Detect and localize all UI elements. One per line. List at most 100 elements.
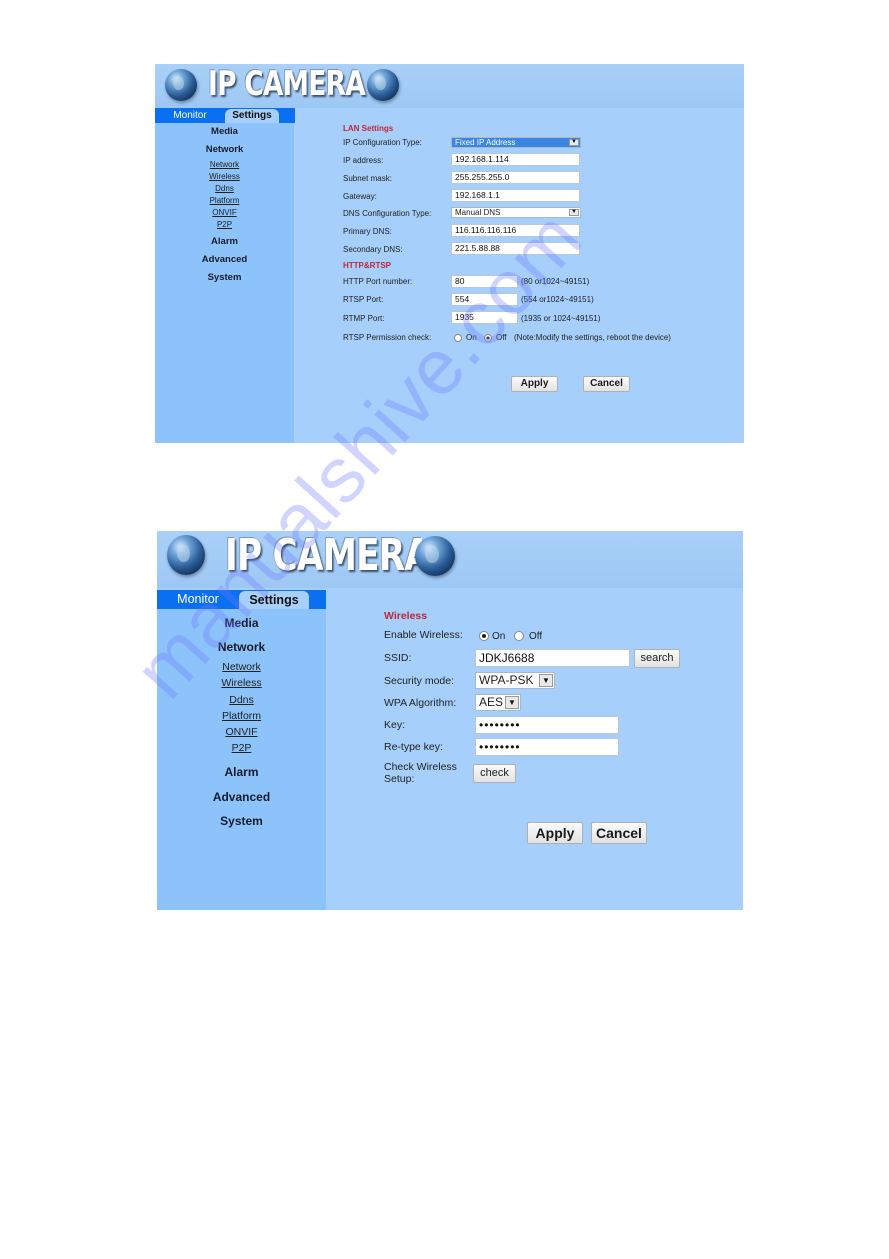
- ip-address-input[interactable]: 192.168.1.114: [451, 153, 580, 166]
- secondary-dns-label: Secondary DNS:: [343, 245, 403, 254]
- dns-config-type-select[interactable]: Manual DNS ▼: [451, 207, 581, 218]
- enable-wireless-off-label: Off: [529, 631, 543, 642]
- wpa-algorithm-select[interactable]: AES ▼: [475, 694, 521, 711]
- security-mode-label: Security mode:: [384, 675, 455, 687]
- sidebar-item-media[interactable]: Media: [157, 616, 326, 630]
- sidebar-link-wireless[interactable]: Wireless: [155, 172, 294, 181]
- primary-dns-label: Primary DNS:: [343, 227, 392, 236]
- ssid-input[interactable]: JDKJ6688: [475, 649, 630, 667]
- logo-text: IP CAMERA: [208, 64, 366, 104]
- sidebar-item-advanced[interactable]: Advanced: [157, 790, 326, 804]
- rtsp-permission-on-radio[interactable]: [454, 334, 462, 342]
- sidebar-item-alarm[interactable]: Alarm: [155, 236, 294, 247]
- sidebar: Media Network Network Wireless Ddns Plat…: [157, 609, 326, 910]
- tab-settings[interactable]: Settings: [225, 109, 279, 123]
- top-tab-bar: Monitor Settings: [157, 590, 326, 609]
- chevron-down-icon[interactable]: ▼: [505, 696, 519, 709]
- enable-wireless-off-radio[interactable]: [514, 631, 524, 641]
- top-tab-bar: Monitor Settings: [155, 108, 295, 123]
- security-mode-value: WPA-PSK: [479, 673, 534, 687]
- section-title-http-rtsp: HTTP&RTSP: [343, 261, 391, 270]
- sidebar-item-system[interactable]: System: [155, 272, 294, 283]
- sidebar-link-platform[interactable]: Platform: [157, 710, 326, 722]
- gateway-input[interactable]: 192.168.1.1: [451, 189, 580, 202]
- wpa-algorithm-label: WPA Algorithm:: [384, 697, 457, 709]
- key-label: Key:: [384, 719, 406, 731]
- sidebar-link-wireless[interactable]: Wireless: [157, 677, 326, 689]
- apply-button[interactable]: Apply: [527, 822, 583, 844]
- subnet-mask-input[interactable]: 255.255.255.0: [451, 171, 580, 184]
- rtsp-port-hint: (554 or1024~49151): [521, 295, 594, 304]
- chevron-down-icon[interactable]: ▼: [569, 139, 579, 146]
- ip-config-type-select[interactable]: Fixed IP Address ▼: [451, 137, 581, 148]
- sidebar-item-system[interactable]: System: [157, 814, 326, 828]
- sidebar-link-p2p[interactable]: P2P: [155, 220, 294, 229]
- sidebar-link-onvif[interactable]: ONVIF: [157, 726, 326, 738]
- rtsp-permission-on-label: On: [466, 333, 477, 342]
- enable-wireless-label: Enable Wireless:: [384, 629, 463, 641]
- globe-icon: [415, 536, 455, 576]
- rtsp-permission-off-label: Off: [496, 333, 507, 342]
- rtmp-port-input[interactable]: 1935: [451, 311, 518, 324]
- check-wireless-label-line1: Check Wireless: [384, 761, 457, 773]
- wireless-settings-screenshot: IP CAMERA Monitor Settings Media Network…: [157, 531, 743, 910]
- gateway-label: Gateway:: [343, 192, 377, 201]
- section-title-lan: LAN Settings: [343, 124, 394, 133]
- subnet-mask-label: Subnet mask:: [343, 174, 392, 183]
- rtsp-port-input[interactable]: 554: [451, 293, 518, 306]
- cancel-button[interactable]: Cancel: [591, 822, 647, 844]
- sidebar-item-alarm[interactable]: Alarm: [157, 765, 326, 779]
- sidebar-link-onvif[interactable]: ONVIF: [155, 208, 294, 217]
- sidebar-item-advanced[interactable]: Advanced: [155, 254, 294, 265]
- sidebar-link-ddns[interactable]: Ddns: [157, 694, 326, 706]
- logo-text: IP CAMERA: [225, 531, 431, 581]
- ip-config-type-label: IP Configuration Type:: [343, 138, 422, 147]
- rtsp-permission-off-radio[interactable]: [484, 334, 492, 342]
- cancel-button[interactable]: Cancel: [583, 376, 630, 392]
- enable-wireless-on-label: On: [492, 631, 506, 642]
- dns-config-type-value: Manual DNS: [455, 208, 501, 217]
- search-button[interactable]: search: [634, 649, 680, 668]
- sidebar-link-platform[interactable]: Platform: [155, 196, 294, 205]
- sidebar-item-network[interactable]: Network: [157, 640, 326, 654]
- globe-icon: [367, 69, 399, 101]
- retype-key-label: Re-type key:: [384, 741, 443, 753]
- check-wireless-label-line2: Setup:: [384, 773, 415, 785]
- enable-wireless-on-radio[interactable]: [479, 631, 489, 641]
- http-port-input[interactable]: 80: [451, 275, 518, 288]
- apply-button[interactable]: Apply: [511, 376, 558, 392]
- retype-key-input[interactable]: ••••••••: [475, 738, 619, 756]
- secondary-dns-input[interactable]: 221.5.88.88: [451, 242, 580, 255]
- tab-monitor[interactable]: Monitor: [157, 590, 239, 609]
- dns-config-type-label: DNS Configuration Type:: [343, 209, 432, 218]
- sidebar-item-network[interactable]: Network: [155, 144, 294, 155]
- header-banner: IP CAMERA: [157, 531, 743, 588]
- sidebar-link-ddns[interactable]: Ddns: [155, 184, 294, 193]
- lan-settings-screenshot: IP CAMERA Monitor Settings Media Network…: [155, 64, 744, 443]
- rtsp-port-label: RTSP Port:: [343, 295, 384, 304]
- tab-settings[interactable]: Settings: [239, 591, 309, 609]
- ip-config-type-value: Fixed IP Address: [455, 138, 516, 147]
- http-port-label: HTTP Port number:: [343, 277, 413, 286]
- rtmp-port-hint: (1935 or 1024~49151): [521, 314, 601, 323]
- globe-icon: [165, 69, 197, 101]
- sidebar-link-network[interactable]: Network: [155, 160, 294, 169]
- check-button[interactable]: check: [473, 764, 516, 783]
- section-title-wireless: Wireless: [384, 610, 428, 622]
- key-input[interactable]: ••••••••: [475, 716, 619, 734]
- wpa-algorithm-value: AES: [479, 695, 504, 709]
- wireless-form: Wireless Enable Wireless: On Off SSID: J…: [384, 609, 734, 909]
- tab-monitor[interactable]: Monitor: [155, 108, 225, 123]
- header-banner: IP CAMERA: [155, 64, 744, 108]
- chevron-down-icon[interactable]: ▼: [569, 209, 579, 216]
- ip-address-label: IP address:: [343, 156, 384, 165]
- sidebar-item-media[interactable]: Media: [155, 126, 294, 137]
- primary-dns-input[interactable]: 116.116.116.116: [451, 224, 580, 237]
- security-mode-select[interactable]: WPA-PSK ▼: [475, 672, 555, 689]
- lan-settings-form: LAN Settings IP Configuration Type: Fixe…: [343, 124, 743, 443]
- sidebar-link-p2p[interactable]: P2P: [157, 742, 326, 754]
- ssid-label: SSID:: [384, 652, 412, 664]
- sidebar-link-network[interactable]: Network: [157, 661, 326, 673]
- rtmp-port-label: RTMP Port:: [343, 314, 385, 323]
- chevron-down-icon[interactable]: ▼: [539, 674, 553, 687]
